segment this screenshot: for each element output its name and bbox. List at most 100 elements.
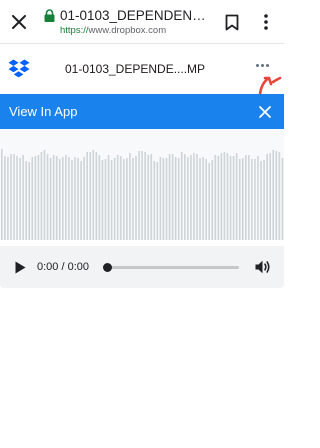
- waveform-bar: [19, 158, 21, 240]
- waveform-bar: [7, 157, 9, 240]
- waveform-bar: [144, 152, 146, 240]
- waveform-bar: [254, 159, 256, 240]
- play-icon: [15, 261, 25, 273]
- waveform-bar: [46, 154, 49, 240]
- dropbox-header: 01-0103_DEPENDE....MP: [0, 44, 284, 94]
- waveform-bar: [141, 151, 143, 240]
- waveform-bar: [104, 159, 107, 240]
- waveform-bar: [92, 150, 95, 240]
- waveform-bar: [263, 160, 265, 240]
- url-host: www.dropbox.com: [88, 25, 167, 36]
- waveform-bar: [10, 154, 12, 240]
- waveform-bar: [22, 155, 24, 240]
- waveform-bar: [214, 155, 217, 240]
- address-area[interactable]: 01-0103_DEPENDENT_O... https://www.dropb…: [44, 7, 212, 36]
- waveform-bar: [98, 155, 101, 240]
- waveform-bar: [153, 161, 156, 240]
- waveform-bar: [126, 158, 128, 240]
- waveform-bar: [147, 155, 149, 240]
- waveform-bar: [177, 158, 180, 240]
- seek-track[interactable]: [105, 266, 239, 269]
- waveform-bar: [49, 158, 52, 240]
- waveform-bar: [1, 149, 3, 240]
- volume-icon: [255, 260, 270, 274]
- waveform-bar: [132, 158, 134, 240]
- file-name: 01-0103_DEPENDE....MP: [64, 62, 206, 76]
- waveform-bar: [184, 154, 186, 240]
- more-horizontal-icon: [265, 63, 269, 67]
- waveform-bar: [129, 153, 131, 240]
- play-button[interactable]: [12, 259, 28, 275]
- waveform-bar: [58, 159, 61, 240]
- view-in-app-banner[interactable]: View In App: [0, 94, 284, 129]
- waveform-bar: [116, 155, 119, 240]
- waveform-bar: [28, 162, 31, 240]
- browser-toolbar: 01-0103_DEPENDENT_O... https://www.dropb…: [0, 0, 284, 44]
- waveform-bar: [25, 161, 27, 240]
- seek-thumb[interactable]: [103, 263, 112, 272]
- waveform-bar: [245, 155, 247, 240]
- waveform-bar: [107, 155, 110, 240]
- waveform-bar: [101, 160, 104, 240]
- waveform-bar: [138, 151, 140, 240]
- close-icon: [258, 105, 271, 118]
- close-icon: [12, 15, 26, 29]
- bookmark-icon: [225, 14, 239, 30]
- waveform-bar: [241, 158, 244, 240]
- waveform-bar: [110, 160, 113, 240]
- waveform-bar: [238, 159, 241, 240]
- waveform-bar: [229, 156, 232, 240]
- browser-menu-button[interactable]: [255, 11, 277, 33]
- waveform-graphic: [1, 149, 284, 240]
- waveform-bar: [217, 156, 220, 240]
- waveform-bar: [13, 154, 15, 240]
- close-tab-button[interactable]: [6, 9, 32, 35]
- waveform-bar: [223, 152, 226, 240]
- waveform-bar: [68, 157, 70, 240]
- waveform-bar: [113, 158, 116, 240]
- waveform-bar: [165, 158, 168, 240]
- waveform-bar: [86, 152, 88, 240]
- waveform-bar: [65, 155, 67, 240]
- url-text: https://www.dropbox.com: [60, 25, 212, 36]
- waveform-bar: [150, 154, 153, 240]
- waveform-bar: [211, 160, 214, 240]
- lock-icon: [44, 9, 55, 22]
- waveform-bar: [269, 153, 271, 240]
- waveform-bar: [266, 154, 268, 240]
- waveform-bar: [119, 156, 122, 240]
- waveform-bar: [156, 162, 159, 240]
- volume-button[interactable]: [254, 258, 272, 276]
- waveform-bar: [272, 150, 275, 240]
- url-scheme: https://: [60, 25, 89, 36]
- waveform-bar: [190, 155, 192, 240]
- waveform-bar: [89, 152, 92, 240]
- waveform-bar: [187, 157, 189, 240]
- waveform-bar: [71, 160, 73, 240]
- waveform-bar: [232, 156, 235, 240]
- waveform-bar: [235, 153, 238, 240]
- waveform-bar: [251, 159, 253, 240]
- more-horizontal-icon: [260, 63, 264, 67]
- waveform-bar: [135, 156, 137, 240]
- banner-close-button[interactable]: [255, 102, 274, 121]
- waveform-bar: [281, 158, 284, 240]
- dropbox-logo[interactable]: [8, 59, 30, 79]
- waveform-bar: [159, 157, 162, 240]
- waveform-bar: [208, 163, 210, 240]
- waveform-bar: [62, 157, 64, 240]
- waveform-bar: [202, 157, 204, 240]
- view-in-app-label: View In App: [9, 104, 78, 119]
- waveform-bar: [31, 157, 34, 240]
- waveform-bar: [95, 152, 98, 240]
- waveform-bar: [43, 150, 46, 240]
- waveform-preview: [0, 129, 284, 240]
- time-display: 0:00 / 0:00: [37, 261, 89, 273]
- waveform-bar: [257, 156, 259, 240]
- bookmark-button[interactable]: [221, 11, 243, 33]
- waveform-bar: [37, 155, 40, 240]
- waveform-bar: [162, 158, 165, 240]
- waveform-bar: [248, 155, 250, 240]
- waveform-bar: [52, 155, 55, 240]
- more-options-button[interactable]: [252, 59, 272, 71]
